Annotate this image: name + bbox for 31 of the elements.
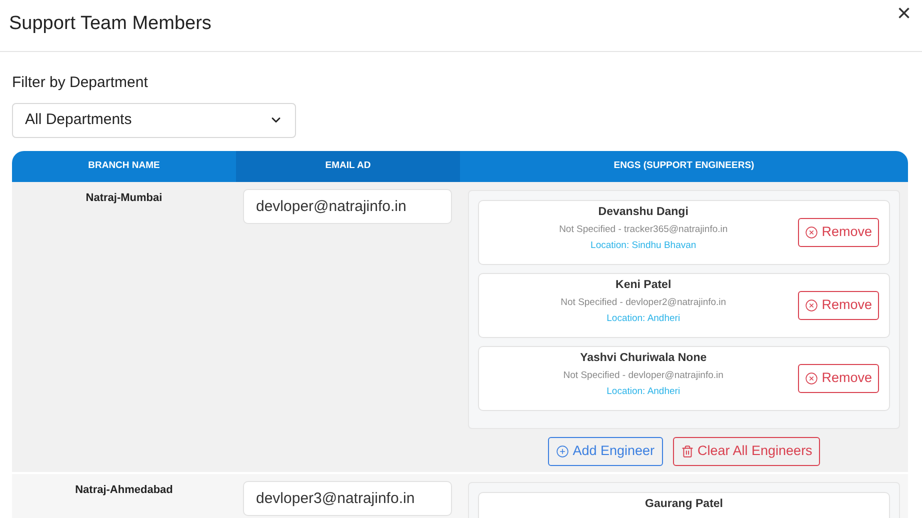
add-engineer-button[interactable]: Add Engineer bbox=[548, 436, 662, 466]
branch-name: Natraj-Mumbai bbox=[86, 190, 162, 206]
column-header: ENGS (SUPPORT ENGINEERS) bbox=[460, 150, 908, 182]
engineer-name: Keni Patel bbox=[616, 278, 672, 292]
trash-icon bbox=[680, 444, 694, 458]
engineer-location: Location: Andheri bbox=[606, 312, 680, 326]
department-select[interactable]: All Departments bbox=[12, 102, 296, 138]
engineer-detail: Not Specified - devloper2@natrajinfo.in bbox=[560, 296, 726, 310]
engineer-location: Location: Sindhu Bhavan bbox=[590, 239, 696, 253]
engineer-name: Gaurang Patel bbox=[645, 496, 723, 512]
email-field[interactable]: devloper@natrajinfo.in bbox=[243, 188, 452, 224]
column-header: BRANCH NAME bbox=[12, 150, 236, 182]
dialog-title: Support Team Members bbox=[9, 12, 212, 36]
remove-button[interactable]: Remove bbox=[798, 364, 879, 392]
close-circle-icon bbox=[804, 226, 818, 238]
remove-button[interactable]: Remove bbox=[798, 218, 879, 246]
engineer-name: Devanshu Dangi bbox=[598, 204, 688, 220]
close-circle-icon bbox=[804, 372, 818, 384]
remove-button[interactable]: Remove bbox=[798, 290, 879, 320]
close-button[interactable]: × bbox=[896, 2, 911, 26]
engineer-detail: Not Specified - devloper@natrajinfo.in bbox=[563, 368, 724, 383]
clear-engineers-button[interactable]: Clear All Engineers bbox=[672, 436, 820, 466]
close-circle-icon bbox=[804, 298, 818, 312]
plus-circle-icon bbox=[556, 444, 569, 458]
engineer-location: Location: Andheri bbox=[606, 385, 680, 399]
column-header: EMAIL AD bbox=[236, 150, 460, 182]
branch-name: Natraj-Ahmedabad bbox=[75, 482, 173, 498]
filter-label: Filter by Department bbox=[12, 73, 149, 93]
engineer-name: Yashvi Churiwala None bbox=[580, 350, 707, 366]
engineer-detail: Not Specified - tracker365@natrajinfo.in bbox=[559, 222, 728, 237]
email-field[interactable]: devloper3@natrajinfo.in bbox=[243, 480, 452, 516]
